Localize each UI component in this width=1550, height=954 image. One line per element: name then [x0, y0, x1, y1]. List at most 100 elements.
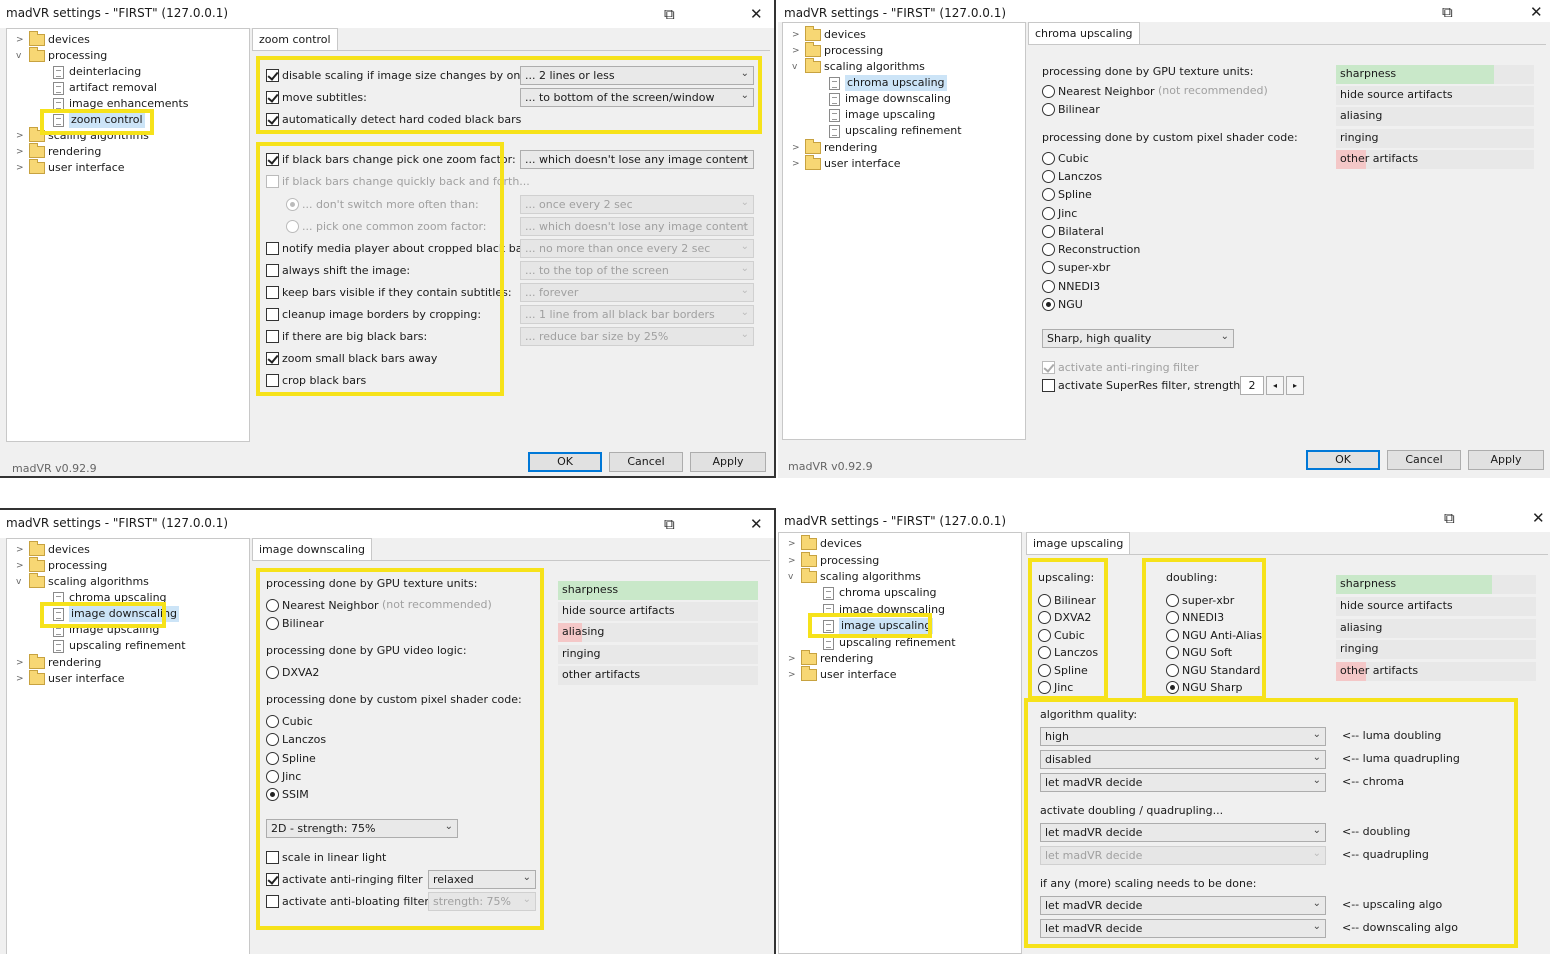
radio-nearest-neighbor[interactable]: Nearest Neighbor [266, 597, 379, 613]
radio-bilinear[interactable]: Bilinear [1042, 101, 1100, 117]
pin-icon[interactable]: ⧉ [1444, 510, 1455, 526]
tree-item-image-upscaling[interactable]: image upscaling [53, 622, 159, 638]
pick-common-dropdown[interactable]: ... which doesn't lose any image content… [520, 217, 754, 236]
tree-item-image-downscaling[interactable]: image downscaling [823, 602, 945, 618]
expand-icon[interactable]: > [16, 128, 24, 144]
anti-ringing-dropdown[interactable]: relaxed ⌄ [428, 870, 536, 889]
radio-reconstruction[interactable]: Reconstruction [1042, 241, 1140, 257]
pin-icon[interactable]: ⧉ [664, 6, 675, 22]
tree-item-processing[interactable]: > processing [792, 42, 883, 59]
pin-icon[interactable]: ⧉ [664, 516, 675, 532]
radio-super-xbr[interactable]: super-xbr [1166, 592, 1234, 608]
keep-bars-checkbox[interactable]: keep bars visible if they contain subtit… [266, 284, 512, 300]
tree-item-user-interface[interactable]: > user interface [16, 159, 125, 176]
radio-spline[interactable]: Spline [1038, 662, 1088, 678]
radio-bilinear[interactable]: Bilinear [266, 615, 324, 631]
expand-icon[interactable]: > [16, 558, 24, 574]
ok-button[interactable]: OK [528, 452, 602, 472]
tree-item-chroma-upscaling[interactable]: chroma upscaling [823, 585, 937, 601]
anti-bloating-dropdown[interactable]: strength: 75% ⌄ [428, 892, 536, 911]
radio-ngu-soft[interactable]: NGU Soft [1166, 644, 1232, 660]
luma-quadrupling-dropdown[interactable]: disabled ⌄ [1040, 750, 1326, 769]
tree-item-devices[interactable]: > devices [792, 26, 866, 43]
tree-item-zoom-control[interactable]: zoom control [53, 112, 145, 128]
anti-bloating-checkbox[interactable]: activate anti-bloating filter [266, 893, 429, 909]
radio-dxva2[interactable]: DXVA2 [1038, 609, 1091, 625]
expand-icon[interactable]: > [788, 651, 796, 667]
decrease-strength-button[interactable]: ◂ [1266, 376, 1284, 395]
close-icon[interactable]: ✕ [750, 6, 763, 22]
increase-strength-button[interactable]: ▸ [1286, 376, 1304, 395]
dont-switch-dropdown[interactable]: ... once every 2 sec ⌄ [520, 195, 754, 214]
tree-item-scaling-algorithms[interactable]: > scaling algorithms [16, 127, 149, 144]
close-icon[interactable]: ✕ [1532, 510, 1545, 526]
tree-item-upscaling-refinement[interactable]: upscaling refinement [823, 635, 956, 651]
radio-lanczos[interactable]: Lanczos [1038, 644, 1098, 660]
tree-item-devices[interactable]: > devices [788, 535, 862, 552]
ssim-strength-dropdown[interactable]: 2D - strength: 75% ⌄ [266, 819, 458, 838]
downscaling-algo-dropdown[interactable]: let madVR decide ⌄ [1040, 919, 1326, 938]
radio-nnedi3[interactable]: NNEDI3 [1166, 609, 1224, 625]
settings-tree[interactable]: > devices > processing v scaling algorithms… [782, 22, 1026, 440]
tab-image-upscaling[interactable]: image upscaling [1026, 532, 1131, 554]
radio-cubic[interactable]: Cubic [1042, 150, 1089, 166]
expand-icon[interactable]: > [792, 27, 800, 43]
radio-jinc[interactable]: Jinc [1038, 679, 1073, 695]
disable-scaling-checkbox[interactable]: disable scaling if image size changes by… [266, 67, 533, 83]
notify-dropdown[interactable]: ... no more than once every 2 sec ⌄ [520, 239, 754, 258]
radio-bilateral[interactable]: Bilateral [1042, 223, 1104, 239]
cancel-button[interactable]: Cancel [609, 452, 683, 472]
always-shift-dropdown[interactable]: ... to the top of the screen ⌄ [520, 261, 754, 280]
tree-item-user-interface[interactable]: > user interface [16, 670, 125, 687]
tab-image-downscaling[interactable]: image downscaling [252, 538, 373, 560]
tree-item-image-downscaling[interactable]: image downscaling [829, 91, 951, 107]
expand-icon[interactable]: > [16, 144, 24, 160]
tree-item-upscaling-refinement[interactable]: upscaling refinement [829, 123, 962, 139]
superres-strength-field[interactable]: 2 [1240, 376, 1264, 395]
keep-bars-dropdown[interactable]: ... forever ⌄ [520, 283, 754, 302]
settings-tree[interactable]: > devices v processing deinterlacing artif… [6, 28, 250, 442]
apply-button[interactable]: Apply [690, 452, 766, 472]
tab-zoom-control[interactable]: zoom control [252, 28, 338, 50]
tree-item-scaling-algorithms[interactable]: v scaling algorithms [16, 573, 149, 590]
expand-icon[interactable]: > [788, 667, 796, 683]
tree-item-chroma-upscaling[interactable]: chroma upscaling [53, 590, 167, 606]
radio-nnedi3[interactable]: NNEDI3 [1042, 278, 1100, 294]
radio-lanczos[interactable]: Lanczos [1042, 168, 1102, 184]
always-shift-checkbox[interactable]: always shift the image: [266, 262, 410, 278]
auto-detect-checkbox[interactable]: automatically detect hard coded black ba… [266, 111, 521, 127]
tree-item-scaling-algorithms[interactable]: v scaling algorithms [788, 568, 921, 585]
luma-doubling-dropdown[interactable]: high ⌄ [1040, 727, 1326, 746]
anti-ringing-checkbox[interactable]: activate anti-ringing filter [266, 871, 423, 887]
radio-ngu-sharp[interactable]: NGU Sharp [1166, 679, 1243, 695]
radio-super-xbr[interactable]: super-xbr [1042, 259, 1110, 275]
tree-item-user-interface[interactable]: > user interface [788, 666, 897, 683]
tree-item-devices[interactable]: > devices [16, 31, 90, 48]
doubling-dropdown[interactable]: let madVR decide ⌄ [1040, 823, 1326, 842]
move-subtitles-dropdown[interactable]: ... to bottom of the screen/window ⌄ [520, 88, 754, 107]
radio-jinc[interactable]: Jinc [266, 768, 301, 784]
tree-item-processing[interactable]: v processing [16, 47, 107, 64]
radio-cubic[interactable]: Cubic [266, 713, 313, 729]
expand-icon[interactable]: > [16, 671, 24, 687]
pick-zoom-checkbox[interactable]: if black bars change pick one zoom facto… [266, 151, 516, 167]
ok-button[interactable]: OK [1306, 450, 1380, 470]
tree-item-chroma-upscaling[interactable]: chroma upscaling [829, 75, 947, 91]
tree-item-processing[interactable]: > processing [16, 557, 107, 574]
superres-checkbox[interactable]: activate SuperRes filter, strength: [1042, 377, 1244, 393]
tree-item-upscaling-refinement[interactable]: upscaling refinement [53, 638, 186, 654]
expand-icon[interactable]: > [792, 140, 800, 156]
radio-jinc[interactable]: Jinc [1042, 205, 1077, 221]
radio-ngu[interactable]: NGU [1042, 296, 1083, 312]
radio-ngu-anti-alias[interactable]: NGU Anti-Alias [1166, 627, 1262, 643]
radio-ngu-standard[interactable]: NGU Standard [1166, 662, 1260, 678]
expand-icon[interactable]: > [788, 536, 796, 552]
cancel-button[interactable]: Cancel [1387, 450, 1461, 470]
big-bars-checkbox[interactable]: if there are big black bars: [266, 328, 427, 344]
cleanup-dropdown[interactable]: ... 1 line from all black bar borders ⌄ [520, 305, 754, 324]
collapse-icon[interactable]: v [16, 574, 21, 590]
cleanup-checkbox[interactable]: cleanup image borders by cropping: [266, 306, 481, 322]
tree-item-processing[interactable]: > processing [788, 552, 879, 569]
tree-item-image-enhancements[interactable]: image enhancements [53, 96, 189, 112]
expand-icon[interactable]: > [792, 156, 800, 172]
